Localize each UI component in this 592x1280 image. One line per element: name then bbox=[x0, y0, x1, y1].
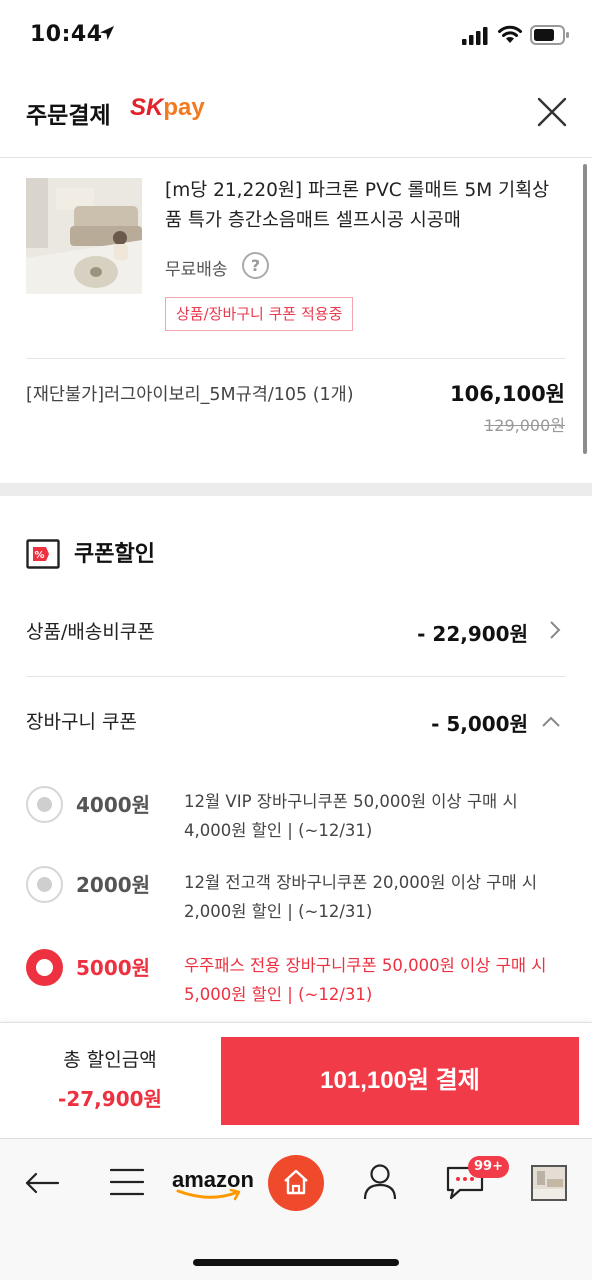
section-separator bbox=[0, 483, 592, 496]
tab-thumbnail[interactable] bbox=[531, 1165, 567, 1201]
coupon-amount-4000: 4000원 bbox=[76, 793, 151, 817]
product-coupon-label: 상품/배송비쿠폰 bbox=[26, 621, 155, 643]
user-icon[interactable] bbox=[363, 1163, 397, 1201]
chevron-right-icon bbox=[550, 621, 561, 639]
chevron-up-icon bbox=[542, 716, 560, 727]
coupon-amount-5000: 5000원 bbox=[76, 956, 151, 980]
coupon-radio-5000-selected[interactable] bbox=[26, 949, 63, 986]
coupon-radio-4000[interactable] bbox=[26, 786, 63, 823]
total-discount-value: -27,900원 bbox=[58, 1087, 162, 1111]
cellular-signal-icon bbox=[462, 27, 488, 45]
original-price: 129,000원 bbox=[484, 416, 565, 435]
coupon-radio-2000[interactable] bbox=[26, 866, 63, 903]
divider bbox=[26, 358, 566, 359]
product-option: [재단불가]러그아이보리_5M규격/105 (1개) bbox=[26, 385, 354, 405]
product-coupon-amount: - 22,900원 bbox=[417, 622, 528, 646]
home-button[interactable] bbox=[268, 1155, 324, 1211]
amazon-smile-icon bbox=[176, 1189, 241, 1201]
shipping-label: 무료배송 bbox=[165, 260, 228, 280]
battery-icon bbox=[530, 25, 569, 45]
menu-icon[interactable] bbox=[110, 1167, 144, 1197]
coupon-desc-4000: 12월 VIP 장바구니쿠폰 50,000원 이상 구매 시 4,000원 할인… bbox=[184, 792, 518, 840]
svg-text:%: % bbox=[35, 550, 45, 561]
coupon-desc-2000: 12월 전고객 장바구니쿠폰 20,000원 이상 구매 시 2,000원 할인… bbox=[184, 873, 538, 921]
notification-badge: 99+ bbox=[468, 1156, 509, 1178]
back-arrow-icon[interactable] bbox=[24, 1171, 60, 1195]
cart-coupon-label: 장바구니 쿠폰 bbox=[26, 711, 137, 733]
cart-coupon-amount: - 5,000원 bbox=[431, 712, 528, 736]
page-title: 주문결제 bbox=[26, 103, 111, 129]
coupon-amount-2000: 2000원 bbox=[76, 873, 151, 897]
bottom-nav: amazon 99+ bbox=[0, 1138, 592, 1280]
product-name[interactable]: [m당 21,220원] 파크론 PVC 롤매트 5M 기획상품 특가 층간소음… bbox=[165, 176, 565, 236]
product-image bbox=[26, 178, 142, 294]
coupon-applied-tag: 상품/장바구니 쿠폰 적용중 bbox=[165, 297, 354, 331]
help-icon[interactable]: ? bbox=[242, 252, 269, 279]
home-icon bbox=[284, 1169, 308, 1195]
pay-button[interactable]: 101,100원 결제 bbox=[221, 1037, 579, 1125]
coupon-section-title: 쿠폰할인 bbox=[74, 542, 155, 567]
location-arrow-icon bbox=[100, 26, 114, 40]
product-coupon-row[interactable]: 상품/배송비쿠폰 - 22,900원 bbox=[26, 617, 566, 677]
coupon-icon: % bbox=[26, 539, 60, 569]
scrollbar[interactable] bbox=[583, 164, 587, 454]
coupon-desc-5000: 우주패스 전용 장바구니쿠폰 50,000원 이상 구매 시 5,000원 할인… bbox=[184, 956, 547, 1004]
total-discount-label: 총 할인금액 bbox=[63, 1049, 157, 1071]
skpay-logo: SKpay bbox=[130, 94, 205, 121]
cart-coupon-row[interactable]: 장바구니 쿠폰 - 5,000원 bbox=[26, 707, 566, 747]
status-bar: 10:44 bbox=[0, 0, 592, 72]
checkout-header: 주문결제 SKpay bbox=[0, 72, 592, 158]
sale-price: 106,100원 bbox=[450, 382, 565, 406]
close-icon[interactable] bbox=[536, 96, 568, 128]
status-time: 10:44 bbox=[30, 22, 103, 47]
home-indicator bbox=[193, 1259, 399, 1266]
wifi-icon bbox=[498, 25, 522, 43]
